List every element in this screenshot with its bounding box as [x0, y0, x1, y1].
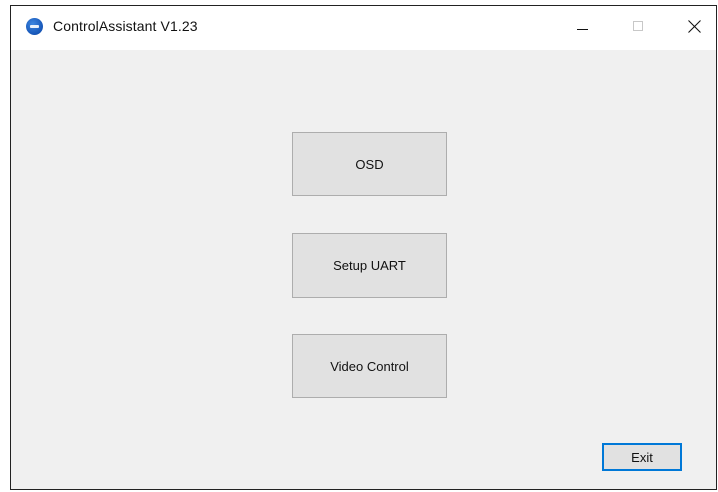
app-window: ControlAssistant V1.23 OSD Setup UART Vi…	[10, 5, 717, 490]
title-bar[interactable]: ControlAssistant V1.23	[11, 6, 716, 50]
exit-button[interactable]: Exit	[602, 443, 682, 471]
maximize-icon	[632, 21, 643, 31]
osd-button[interactable]: OSD	[292, 132, 447, 196]
app-logo-glyph	[30, 25, 39, 28]
window-title: ControlAssistant V1.23	[53, 18, 198, 34]
close-button[interactable]	[672, 6, 717, 46]
maximize-button[interactable]	[615, 6, 660, 46]
app-logo-icon[interactable]	[26, 18, 43, 35]
video-control-button[interactable]: Video Control	[292, 334, 447, 398]
minimize-icon	[577, 28, 588, 30]
close-icon	[688, 19, 701, 33]
minimize-button[interactable]	[560, 6, 605, 46]
setup-uart-button[interactable]: Setup UART	[292, 233, 447, 298]
